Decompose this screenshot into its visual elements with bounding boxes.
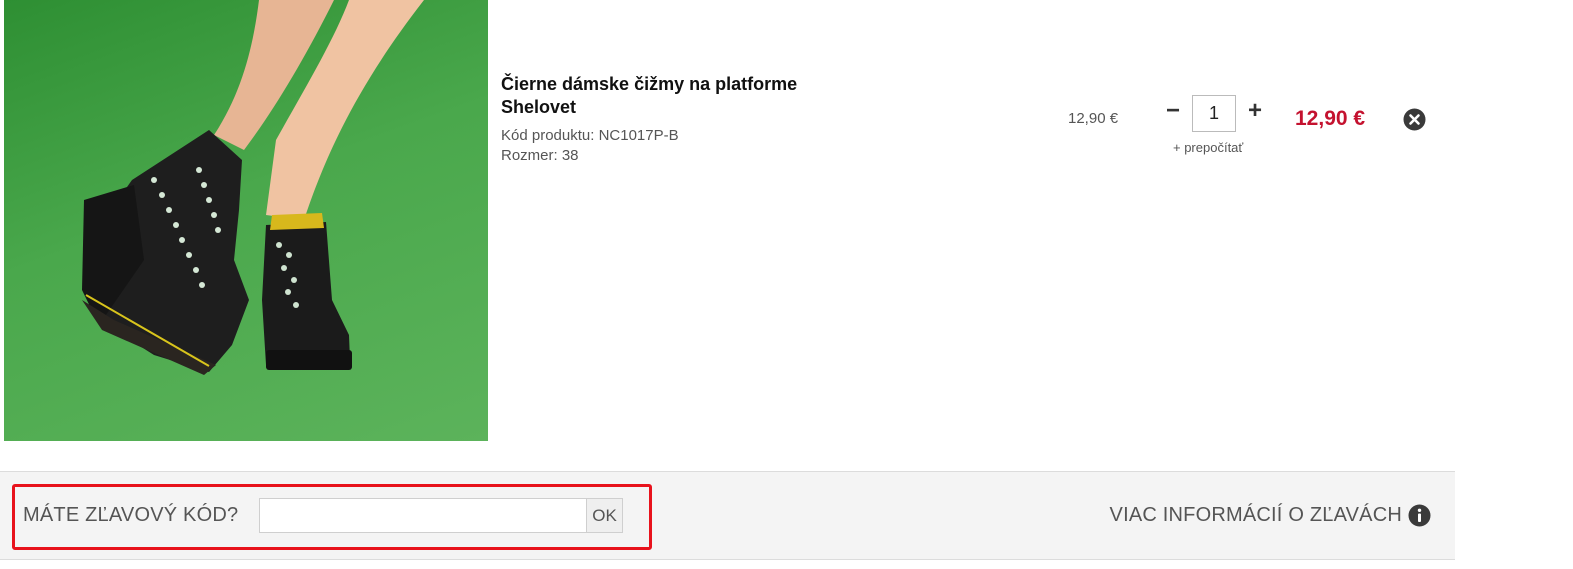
quantity-input[interactable] (1192, 95, 1236, 132)
product-size: Rozmer: 38 (501, 147, 579, 164)
product-image[interactable] (4, 0, 488, 441)
discount-info-link[interactable]: VIAC INFORMÁCIÍ O ZĽAVÁCH (1110, 504, 1431, 527)
total-price: 12,90 € (1295, 107, 1366, 130)
discount-code-label: MÁTE ZĽAVOVÝ KÓD? (23, 504, 239, 526)
remove-item-button[interactable] (1403, 108, 1426, 131)
info-circle-icon[interactable] (1408, 504, 1431, 527)
product-name-line1[interactable]: Čierne dámske čižmy na platforme (501, 73, 841, 96)
boots-illustration (82, 0, 424, 375)
discount-bar: MÁTE ZĽAVOVÝ KÓD? OK VIAC INFORMÁCIÍ O Z… (0, 471, 1455, 560)
discount-code-form: MÁTE ZĽAVOVÝ KÓD? OK (12, 484, 652, 550)
quantity-increase-button[interactable]: + (1245, 98, 1265, 124)
quantity-decrease-button[interactable]: − (1163, 98, 1183, 124)
discount-info-label[interactable]: VIAC INFORMÁCIÍ O ZĽAVÁCH (1110, 504, 1402, 527)
discount-ok-button[interactable]: OK (586, 498, 623, 533)
unit-price: 12,90 € (1068, 110, 1119, 127)
close-circle-icon (1403, 108, 1426, 131)
recalculate-link[interactable]: + prepočítať (1173, 140, 1243, 155)
product-code: Kód produktu: NC1017P-B (501, 127, 679, 144)
discount-code-input[interactable] (259, 498, 587, 533)
cart-page: Čierne dámske čižmy na platforme Shelove… (0, 0, 1573, 569)
product-name[interactable]: Čierne dámske čižmy na platforme Shelove… (501, 73, 841, 119)
product-name-line2[interactable]: Shelovet (501, 96, 841, 119)
product-meta: Kód produktu: NC1017P-B Rozmer: 38 (501, 126, 679, 166)
